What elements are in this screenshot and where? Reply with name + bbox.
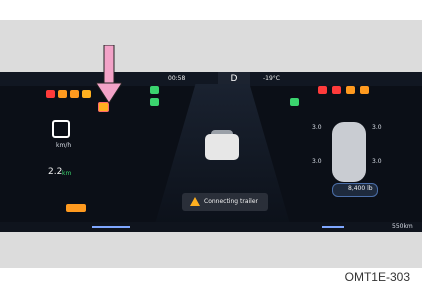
- speed-unit: km/h: [56, 142, 72, 149]
- warning-icon: [318, 86, 327, 94]
- trip-unit: km: [62, 170, 72, 177]
- trip-value: 2.2: [48, 167, 63, 177]
- instrument-cluster: D 00:58 -19°C km/h 2.2 km 3.0 3.0 3.0 3.…: [0, 72, 422, 232]
- tire-fl: 3.0: [312, 124, 322, 131]
- tire-pressure-vehicle: [332, 122, 366, 182]
- trailer-icon: [66, 204, 86, 212]
- abs-icon: [346, 86, 355, 94]
- arrow-down-icon: [96, 45, 122, 104]
- warning-icon: [190, 197, 200, 206]
- vehicle-icon: [205, 134, 239, 160]
- figure-caption: OMT1E-303: [344, 270, 410, 284]
- seatbelt-icon: [58, 90, 67, 98]
- tire-rl: 3.0: [312, 158, 322, 165]
- warning-icon: [46, 90, 55, 98]
- epc-icon: [82, 90, 91, 98]
- top-status-bar: [0, 72, 422, 86]
- time-readout: 00:58: [168, 75, 186, 82]
- brake-icon: [332, 86, 341, 94]
- right-progress-bar: [322, 226, 344, 228]
- left-progress-bar: [92, 226, 130, 228]
- turn-signal-icon: [150, 98, 159, 106]
- outside-temp: -19°C: [263, 75, 280, 82]
- gear-indicator: D: [218, 72, 250, 86]
- tpms-icon: [360, 86, 369, 94]
- engine-icon: [70, 90, 79, 98]
- headlight-icon: [150, 86, 159, 94]
- mode-icon: [52, 120, 70, 138]
- trailer-weight: 8,400 lb: [348, 185, 373, 192]
- bottom-status-bar: [0, 222, 422, 232]
- range-readout: 550km: [392, 223, 413, 230]
- toast-text: Connecting trailer: [204, 198, 258, 205]
- turn-signal-icon: [290, 98, 299, 106]
- tire-fr: 3.0: [372, 124, 382, 131]
- tire-rr: 3.0: [372, 158, 382, 165]
